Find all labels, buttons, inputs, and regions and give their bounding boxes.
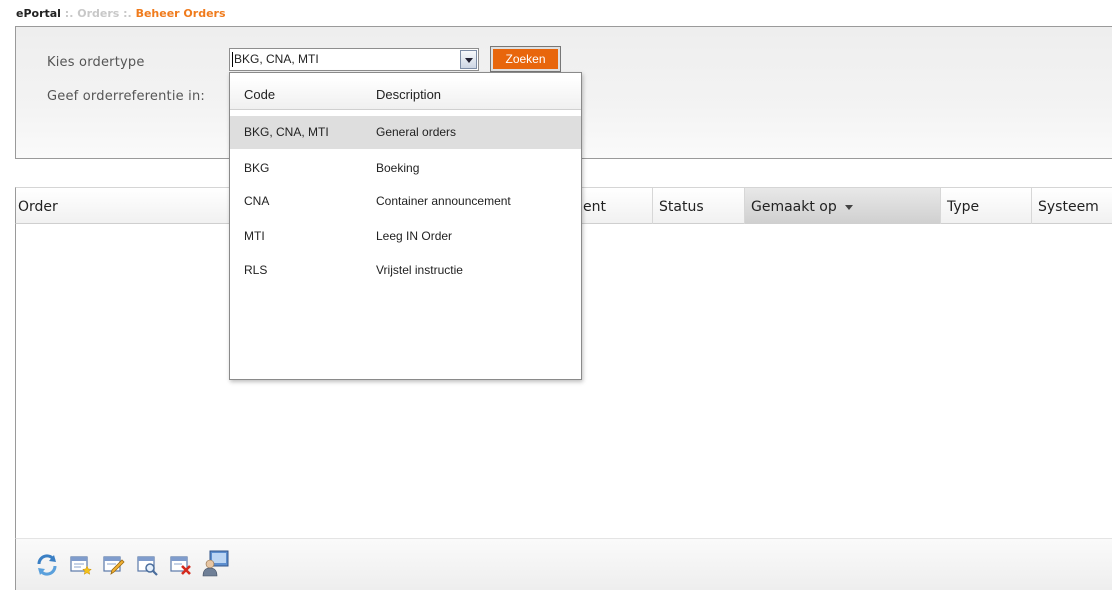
option-code: BKG, CNA, MTI — [244, 125, 329, 139]
view-order-icon[interactable] — [136, 553, 160, 577]
dropdown-option[interactable]: BKG Boeking — [230, 152, 581, 185]
breadcrumb: ePortal :. Orders :. Beheer Orders — [16, 7, 226, 20]
option-description: General orders — [376, 125, 457, 139]
column-header-gemaakt-op[interactable]: Gemaakt op — [744, 188, 940, 224]
new-order-icon[interactable] — [69, 553, 93, 577]
delete-order-icon[interactable] — [169, 553, 193, 577]
text-caret — [232, 52, 233, 67]
dropdown-header: Code Description — [230, 78, 581, 110]
grid-toolbar — [15, 538, 1112, 590]
order-reference-label: Geef orderreferentie in: — [47, 89, 206, 104]
option-description: Boeking — [376, 161, 420, 175]
column-header-ent[interactable]: ent — [576, 188, 652, 224]
option-code: BKG — [244, 161, 270, 175]
column-header-status[interactable]: Status — [652, 188, 744, 224]
option-code: RLS — [244, 263, 268, 277]
column-header-systeem[interactable]: Systeem — [1031, 188, 1112, 224]
breadcrumb-eportal[interactable]: ePortal — [16, 7, 61, 20]
search-button[interactable]: Zoeken — [490, 46, 561, 72]
column-header-type[interactable]: Type — [940, 188, 1031, 224]
breadcrumb-current: Beheer Orders — [135, 7, 226, 20]
option-code: MTI — [244, 229, 265, 243]
breadcrumb-separator: :. — [119, 7, 136, 20]
column-header-order[interactable]: Order — [16, 188, 216, 224]
breadcrumb-separator: :. — [60, 7, 78, 20]
dropdown-option[interactable]: RLS Vrijstel instructie — [230, 254, 581, 287]
user-screen-icon[interactable] — [202, 549, 230, 577]
refresh-icon[interactable] — [35, 553, 59, 577]
option-description: Vrijstel instructie — [376, 263, 463, 277]
option-code: CNA — [244, 194, 270, 208]
dropdown-column-description: Description — [376, 87, 442, 102]
dropdown-option[interactable]: BKG, CNA, MTI General orders — [230, 116, 581, 149]
sort-descending-icon — [844, 204, 853, 210]
column-header-gemaakt-op-label: Gemaakt op — [751, 199, 837, 215]
dropdown-option[interactable]: CNA Container announcement — [230, 185, 581, 218]
ordertype-label: Kies ordertype — [47, 55, 145, 70]
dropdown-column-code: Code — [244, 87, 276, 102]
edit-order-icon[interactable] — [102, 553, 126, 577]
option-description: Leeg IN Order — [376, 229, 453, 243]
ordertype-value[interactable]: BKG, CNA, MTI — [234, 52, 319, 66]
ordertype-dropdown-list: Code Description BKG, CNA, MTI General o… — [229, 72, 582, 380]
ordertype-combobox[interactable]: BKG, CNA, MTI — [229, 48, 479, 71]
option-description: Container announcement — [376, 194, 511, 208]
breadcrumb-orders[interactable]: Orders — [77, 7, 119, 20]
dropdown-option[interactable]: MTI Leeg IN Order — [230, 220, 581, 253]
chevron-down-icon[interactable] — [460, 50, 477, 69]
